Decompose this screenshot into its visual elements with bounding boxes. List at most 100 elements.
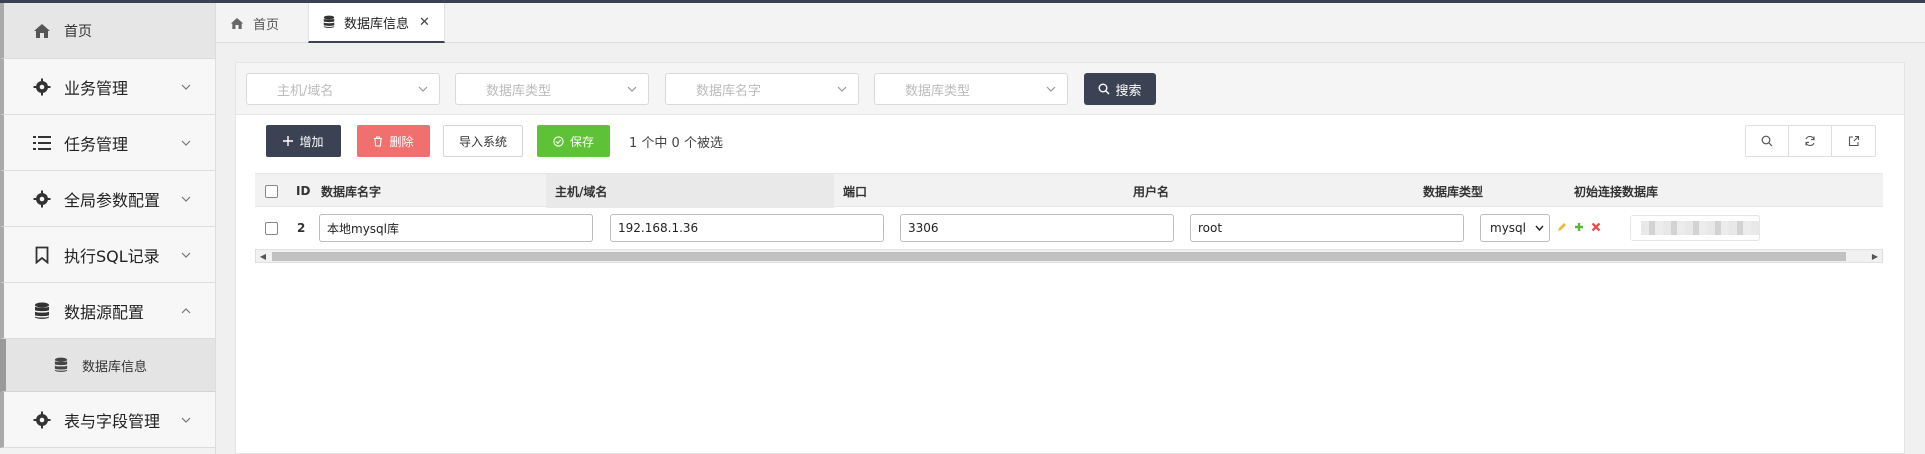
- redacted-value: [1641, 221, 1759, 235]
- main-content: 主机/域名 数据库类型 数据库名字 数据库类型 搜索 增加 删除 导入系统 保存: [235, 62, 1905, 454]
- sidebar-item-label: 执行SQL记录: [64, 246, 160, 266]
- sidebar-item-label: 表与字段管理: [64, 411, 161, 431]
- home-icon: [230, 17, 244, 30]
- dbtype2-select-placeholder: 数据库类型: [905, 83, 971, 99]
- user-input[interactable]: root: [1190, 214, 1464, 242]
- search-icon[interactable]: [1746, 126, 1789, 156]
- sidebar-item-business[interactable]: 业务管理: [0, 59, 215, 115]
- delete-button-label: 删除: [389, 134, 414, 149]
- plus-icon[interactable]: [1574, 221, 1584, 235]
- dbname-select-placeholder: 数据库名字: [696, 83, 762, 99]
- chevron-down-icon: [836, 83, 848, 95]
- list-icon: [32, 133, 52, 153]
- sidebar-item-label: 首页: [64, 23, 92, 40]
- init-db-input[interactable]: [1630, 215, 1760, 241]
- search-button[interactable]: 搜索: [1084, 73, 1156, 105]
- db-name-field[interactable]: 本地mysql库: [319, 207, 593, 249]
- col-username[interactable]: 用户名: [1124, 174, 1169, 208]
- host-select[interactable]: 主机/域名: [246, 73, 440, 105]
- select-all-checkbox[interactable]: [265, 174, 278, 208]
- db-type-value: mysql: [1490, 221, 1526, 235]
- host-field[interactable]: 192.168.1.36: [610, 207, 884, 249]
- save-button-label: 保存: [569, 134, 594, 149]
- scroll-right-icon[interactable]: ▶: [1871, 252, 1879, 261]
- add-button[interactable]: 增加: [266, 125, 341, 157]
- gear-icon: [32, 410, 52, 430]
- chevron-down-icon: [179, 248, 193, 262]
- chevron-down-icon: [179, 413, 193, 427]
- chevron-down-icon: [417, 83, 429, 95]
- close-icon[interactable]: ✕: [419, 15, 430, 30]
- tab-home[interactable]: 首页: [216, 3, 293, 43]
- pencil-icon[interactable]: [1557, 221, 1567, 235]
- checkbox[interactable]: [265, 184, 278, 198]
- database-icon: [32, 301, 52, 321]
- import-button[interactable]: 导入系统: [443, 125, 523, 157]
- bookmark-icon: [32, 245, 52, 265]
- database-icon: [323, 15, 335, 29]
- tab-db-info[interactable]: 数据库信息 ✕: [308, 3, 445, 43]
- sidebar-item-datasource[interactable]: 数据源配置: [0, 283, 215, 339]
- col-init-db[interactable]: 初始连接数据库: [1565, 174, 1658, 208]
- init-db-field[interactable]: [1630, 207, 1760, 249]
- checkbox[interactable]: [265, 221, 278, 235]
- table-tools: [1745, 125, 1876, 157]
- selection-count: 1 个中 0 个被选: [629, 135, 723, 151]
- scroll-left-icon[interactable]: ◀: [259, 252, 267, 261]
- row-actions: [1557, 207, 1601, 249]
- chevron-down-icon: [179, 136, 193, 150]
- col-host[interactable]: 主机/域名: [546, 174, 834, 208]
- delete-button[interactable]: 删除: [357, 125, 430, 157]
- add-button-label: 增加: [299, 134, 324, 149]
- sidebar-item-tasks[interactable]: 任务管理: [0, 115, 215, 171]
- save-button[interactable]: 保存: [537, 125, 610, 157]
- table-row: 2 本地mysql库 192.168.1.36 3306 root mysql: [255, 207, 1883, 249]
- dbtype2-select[interactable]: 数据库类型: [874, 73, 1068, 105]
- user-field[interactable]: root: [1190, 207, 1464, 249]
- table-header: ID 数据库名字 主机/域名 端口 用户名 数据库类型 初始连接数据库: [255, 173, 1883, 208]
- horizontal-scrollbar[interactable]: ◀ ▶: [255, 249, 1883, 263]
- search-icon: [1098, 83, 1110, 95]
- col-db-type[interactable]: 数据库类型: [1414, 174, 1483, 208]
- sidebar-item-home[interactable]: 首页: [0, 3, 215, 59]
- port-field[interactable]: 3306: [900, 207, 1174, 249]
- sidebar-item-global-params[interactable]: 全局参数配置: [0, 171, 215, 227]
- col-port[interactable]: 端口: [834, 174, 867, 208]
- tab-label: 首页: [253, 17, 280, 33]
- export-icon[interactable]: [1832, 126, 1875, 156]
- host-input[interactable]: 192.168.1.36: [610, 214, 884, 242]
- col-id[interactable]: ID: [296, 174, 310, 208]
- sidebar-subitem-db-info[interactable]: 数据库信息: [0, 339, 215, 392]
- chevron-down-icon: [179, 80, 193, 94]
- chevron-up-icon: [179, 304, 193, 318]
- home-icon: [32, 21, 52, 41]
- sidebar-item-sql-log[interactable]: 执行SQL记录: [0, 227, 215, 283]
- db-name-input[interactable]: 本地mysql库: [319, 214, 593, 242]
- host-select-placeholder: 主机/域名: [277, 83, 334, 99]
- chevron-down-icon: [1535, 225, 1544, 231]
- chevron-down-icon: [179, 192, 193, 206]
- dbtype-select-placeholder: 数据库类型: [486, 83, 552, 99]
- db-type-select[interactable]: mysql: [1480, 214, 1550, 242]
- dbtype-select[interactable]: 数据库类型: [455, 73, 649, 105]
- sidebar-item-label: 数据源配置: [64, 302, 145, 322]
- search-bar: 主机/域名 数据库类型 数据库名字 数据库类型 搜索: [236, 63, 1904, 115]
- trash-icon: [373, 135, 383, 147]
- sidebar: 首页 业务管理 任务管理 全局参数配置 执行SQL记录 数据源配置 数据库信息 …: [0, 3, 216, 454]
- tab-bar: 首页 数据库信息 ✕: [216, 3, 1925, 43]
- dbname-select[interactable]: 数据库名字: [665, 73, 859, 105]
- col-db-name[interactable]: 数据库名字: [312, 174, 546, 208]
- delete-icon[interactable]: [1591, 221, 1601, 235]
- row-checkbox[interactable]: [265, 207, 278, 249]
- sidebar-item-tables-fields[interactable]: 表与字段管理: [0, 392, 215, 448]
- refresh-icon[interactable]: [1789, 126, 1832, 156]
- port-input[interactable]: 3306: [900, 214, 1174, 242]
- chevron-down-icon: [1045, 83, 1057, 95]
- chevron-down-icon: [626, 83, 638, 95]
- sidebar-item-label: 业务管理: [64, 78, 129, 98]
- database-icon: [54, 357, 68, 373]
- scrollbar-thumb[interactable]: [272, 252, 1846, 261]
- row-id: 2: [297, 221, 306, 235]
- import-button-label: 导入系统: [458, 134, 507, 149]
- db-type-field[interactable]: mysql: [1480, 207, 1550, 249]
